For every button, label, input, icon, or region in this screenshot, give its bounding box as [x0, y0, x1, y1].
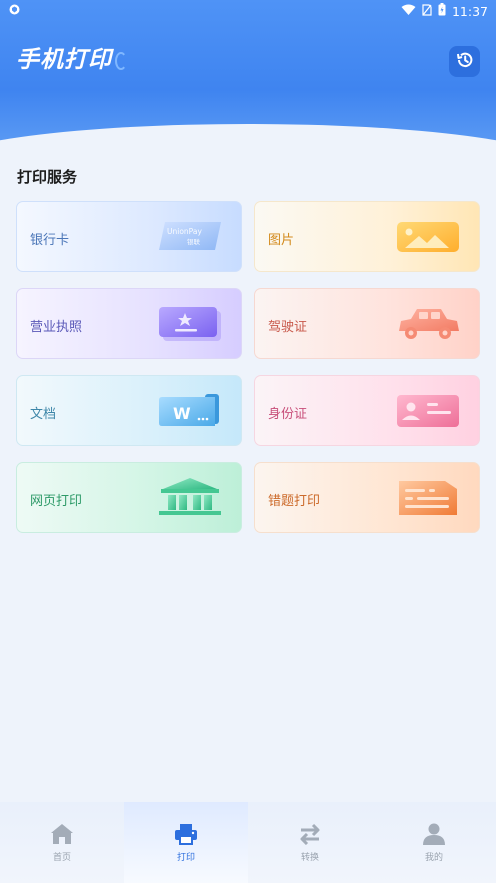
nav-home[interactable]: 首页	[0, 802, 124, 883]
nav-print[interactable]: 打印	[124, 802, 248, 883]
nav-label: 首页	[52, 853, 71, 863]
service-label: 营业执照	[30, 320, 83, 335]
wrong-question-print-service[interactable]: 错题打印	[254, 462, 480, 533]
driver-license-service[interactable]: 驾驶证	[254, 288, 480, 359]
nav-convert[interactable]: 转换	[248, 802, 372, 883]
service-label: 身份证	[268, 407, 308, 422]
car-icon	[395, 303, 461, 343]
history-icon	[455, 50, 475, 74]
status-bar: 11:37	[0, 0, 496, 22]
service-label: 驾驶证	[268, 320, 308, 335]
web-print-service[interactable]: 网页打印	[16, 462, 242, 533]
id-card-icon	[395, 390, 461, 430]
word-letter: W	[173, 404, 191, 423]
service-label: 银行卡	[30, 233, 70, 248]
no-sim-icon	[422, 3, 432, 19]
bank-building-icon	[157, 477, 223, 517]
bank-card-icon: UnionPay 银联	[157, 216, 223, 256]
notification-icon	[9, 4, 20, 18]
printer-icon	[174, 822, 198, 846]
nav-label: 我的	[424, 853, 443, 863]
home-icon	[50, 822, 74, 846]
service-label: 文档	[30, 407, 57, 422]
app-title: 手机打印	[16, 47, 112, 73]
section-title: 打印服务	[17, 168, 78, 186]
service-grid: 银行卡 UnionPay 银联 图片 营业执照 驾驶证 文档 W 身份证 网页打…	[16, 201, 480, 533]
service-label: 错题打印	[268, 494, 321, 509]
convert-icon	[298, 822, 322, 846]
header	[0, 0, 496, 150]
document-icon: W	[157, 390, 223, 430]
battery-icon	[438, 3, 446, 19]
service-label: 图片	[268, 233, 295, 248]
photo-service[interactable]: 图片	[254, 201, 480, 272]
loading-icon	[115, 52, 127, 70]
status-time: 11:37	[451, 3, 488, 19]
notebook-icon	[395, 477, 461, 517]
image-icon	[395, 216, 461, 256]
nav-profile[interactable]: 我的	[372, 802, 496, 883]
business-license-service[interactable]: 营业执照	[16, 288, 242, 359]
history-button[interactable]	[449, 46, 480, 77]
unionpay-cn-text: 银联	[187, 237, 201, 246]
document-service[interactable]: 文档 W	[16, 375, 242, 446]
business-license-icon	[157, 303, 223, 343]
user-icon	[422, 822, 446, 846]
unionpay-text: UnionPay	[167, 227, 202, 236]
wifi-icon	[401, 4, 416, 19]
id-card-service[interactable]: 身份证	[254, 375, 480, 446]
nav-label: 转换	[300, 853, 319, 863]
bank-card-service[interactable]: 银行卡 UnionPay 银联	[16, 201, 242, 272]
header-curve	[0, 124, 496, 150]
nav-label: 打印	[176, 853, 195, 863]
bottom-nav: 首页 打印 转换 我的	[0, 802, 496, 883]
service-label: 网页打印	[30, 494, 83, 509]
